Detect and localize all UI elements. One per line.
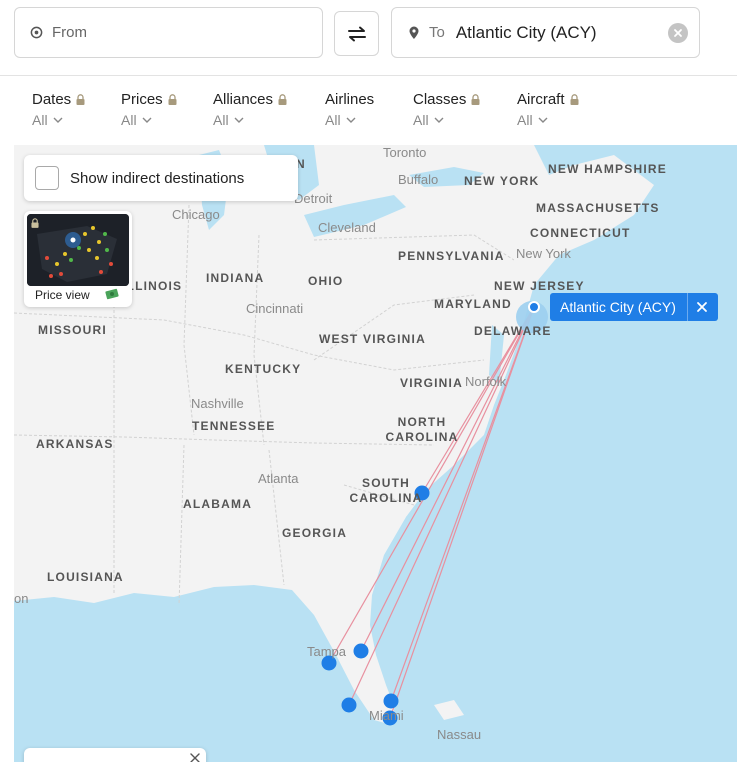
- money-icon: [105, 288, 119, 300]
- region-label: TENNESSEE: [192, 419, 276, 433]
- from-placeholder: From: [52, 24, 87, 41]
- swap-arrows-icon: [347, 26, 366, 41]
- filter-prices[interactable]: Prices All: [121, 91, 177, 128]
- city-label: Atlanta: [258, 471, 299, 486]
- price-view-button[interactable]: Price view: [24, 211, 132, 307]
- destination-pill-label: Atlantic City (ACY): [560, 299, 676, 315]
- close-icon: [674, 29, 682, 37]
- lock-icon: [278, 94, 287, 105]
- filter-value: All: [517, 112, 533, 128]
- region-label: MISSOURI: [38, 323, 107, 337]
- clear-destination-button[interactable]: [668, 23, 688, 43]
- filter-bar: Dates All Prices All Alliances All Airli…: [0, 77, 737, 143]
- region-label: ALABAMA: [183, 497, 253, 511]
- map-pin-icon: [409, 26, 419, 39]
- filter-title: Aircraft: [517, 91, 565, 108]
- city-label: Nashville: [191, 396, 244, 411]
- filter-airlines[interactable]: Airlines All: [325, 91, 374, 128]
- price-view-label: Price view: [35, 288, 90, 302]
- pill-divider: [687, 293, 688, 321]
- city-label: Chicago: [172, 207, 220, 222]
- region-label: VIRGINIA: [400, 376, 463, 390]
- to-field[interactable]: To Atlantic City (ACY): [391, 7, 700, 58]
- region-label: MASSACHUSETTS: [536, 201, 660, 215]
- city-label: Detroit: [294, 191, 333, 206]
- filter-value: All: [121, 112, 137, 128]
- city-label: Cleveland: [318, 220, 376, 235]
- filter-title: Classes: [413, 91, 467, 108]
- filter-title: Prices: [121, 91, 163, 108]
- chevron-down-icon: [346, 117, 356, 123]
- filter-title: Alliances: [213, 91, 274, 108]
- swap-button[interactable]: [334, 11, 379, 56]
- chevron-down-icon: [53, 117, 63, 123]
- lock-icon: [570, 94, 579, 105]
- filter-value: All: [32, 112, 48, 128]
- region-label: LOUISIANA: [47, 570, 124, 584]
- to-label: To: [429, 24, 445, 41]
- city-label: Toronto: [383, 145, 427, 160]
- filter-title: Airlines: [325, 91, 375, 108]
- filter-classes[interactable]: Classes All: [413, 91, 480, 128]
- lock-icon: [31, 218, 39, 228]
- indirect-checkbox[interactable]: [35, 166, 59, 190]
- city-label: on: [14, 591, 29, 606]
- city-label: Miami: [369, 708, 404, 723]
- region-label: OHIO: [308, 274, 344, 288]
- filter-title: Dates: [32, 91, 72, 108]
- filter-alliances[interactable]: Alliances All: [213, 91, 287, 128]
- city-label: Nassau: [437, 727, 482, 742]
- region-label: NORTH CAROLINA: [385, 415, 459, 444]
- region-label: CONNECTICUT: [530, 226, 631, 240]
- to-value: Atlantic City (ACY): [455, 22, 597, 42]
- region-label: NEW HAMPSHIRE: [548, 162, 667, 176]
- region-label: ARKANSAS: [36, 437, 114, 451]
- chevron-down-icon: [434, 117, 444, 123]
- filter-dates[interactable]: Dates All: [32, 91, 85, 128]
- bottom-panel[interactable]: [24, 748, 206, 762]
- lock-icon: [168, 94, 177, 105]
- filter-aircraft[interactable]: Aircraft All: [517, 91, 579, 128]
- filter-value: All: [413, 112, 429, 128]
- region-label: NEW YORK: [464, 174, 540, 188]
- filter-value: All: [213, 112, 229, 128]
- city-label: Buffalo: [398, 172, 439, 187]
- city-label: New York: [516, 246, 571, 261]
- region-label: NEW JERSEY: [494, 279, 585, 293]
- airport-marker: [341, 697, 357, 713]
- route-map[interactable]: N NEW YORK NEW HAMPSHIRE MASSACHUSETTS C…: [14, 145, 737, 762]
- region-label: MARYLAND: [434, 297, 512, 311]
- region-label: DELAWARE: [474, 324, 552, 338]
- city-label: Tampa: [307, 644, 347, 659]
- price-map-preview: [27, 214, 129, 286]
- airport-marker: [383, 693, 399, 709]
- region-label: INDIANA: [206, 271, 265, 285]
- region-label: SOUTH CAROLINA: [349, 476, 423, 505]
- indirect-label: Show indirect destinations: [70, 169, 245, 187]
- acy-airport-dot: [528, 301, 540, 313]
- close-icon[interactable]: [694, 299, 710, 315]
- city-label: Cincinnati: [246, 301, 304, 316]
- region-label: GEORGIA: [282, 526, 348, 540]
- chevron-down-icon: [234, 117, 244, 123]
- show-indirect-toggle[interactable]: Show indirect destinations: [24, 155, 298, 201]
- price-view-thumbnail: [27, 214, 129, 286]
- search-bar: From To Atlantic City (ACY): [0, 0, 737, 76]
- close-icon[interactable]: [190, 753, 200, 762]
- airport-marker: [353, 643, 369, 659]
- lock-icon: [76, 94, 85, 105]
- destination-pill[interactable]: Atlantic City (ACY): [550, 293, 718, 321]
- lock-icon: [471, 94, 480, 105]
- region-label: KENTUCKY: [225, 362, 302, 376]
- chevron-down-icon: [142, 117, 152, 123]
- region-label: WEST VIRGINIA: [319, 332, 426, 346]
- chevron-down-icon: [538, 117, 548, 123]
- region-label: PENNSYLVANIA: [398, 249, 505, 263]
- filter-value: All: [325, 112, 341, 128]
- city-label: Norfolk: [465, 374, 507, 389]
- origin-circle-icon: [30, 26, 43, 39]
- from-field[interactable]: From: [14, 7, 323, 58]
